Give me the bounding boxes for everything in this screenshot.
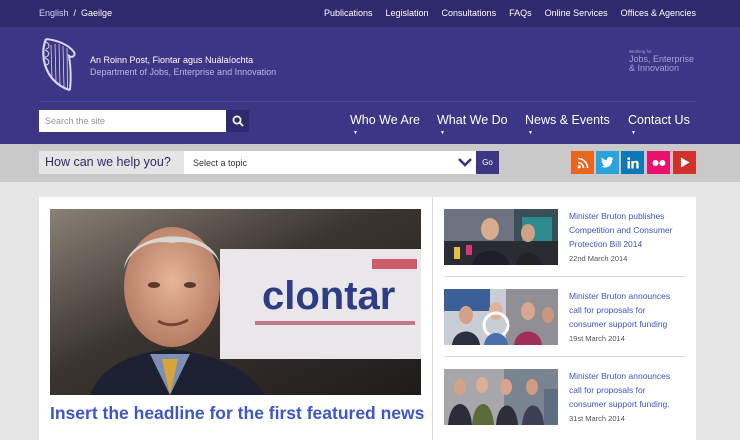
department-name-irish: An Roinn Post, Fiontar agus Nuálaíochta — [90, 55, 254, 65]
nav-caret-icon: ▼ — [353, 130, 358, 136]
nav-who-we-are[interactable]: Who We Are ▼ — [350, 113, 420, 136]
linkedin-icon — [626, 156, 639, 168]
nav-caret-icon: ▼ — [528, 130, 533, 136]
utility-link-online-services[interactable]: Online Services — [545, 8, 608, 18]
news-divider — [444, 276, 685, 277]
nav-who-we-are-label: Who We Are — [350, 113, 420, 127]
utility-link-consultations[interactable]: Consultations — [442, 8, 497, 18]
news-item-date: 22nd March 2014 — [569, 254, 628, 263]
news-thumbnail[interactable] — [444, 289, 558, 345]
search-button[interactable] — [226, 110, 249, 132]
featured-sign-text: clontar — [262, 274, 395, 318]
news-item-title[interactable]: Minister Bruton announces call for propo… — [569, 289, 685, 331]
search-input[interactable] — [39, 110, 226, 132]
news-item-title[interactable]: Minister Bruton announces call for propo… — [569, 369, 685, 411]
news-item-title[interactable]: Minister Bruton publishes Competition an… — [569, 209, 685, 251]
news-item-date: 31st March 2014 — [569, 414, 625, 423]
news-divider — [444, 356, 685, 357]
harp-logo-icon[interactable] — [40, 36, 78, 92]
nav-what-we-do[interactable]: What We Do ▼ — [437, 113, 508, 136]
language-english-link[interactable]: English — [39, 8, 69, 18]
nav-news-events[interactable]: News & Events ▼ — [525, 113, 610, 136]
topic-select-value: Select a topic — [193, 158, 248, 168]
working-for-logo: Working for Jobs, Enterprise & Innovatio… — [629, 49, 694, 74]
featured-news-image[interactable]: clontar — [50, 209, 421, 395]
news-thumbnail[interactable] — [444, 369, 558, 425]
topic-select[interactable]: Select a topic — [184, 151, 476, 174]
working-for-line-2: & Innovation — [629, 63, 680, 74]
nav-what-we-do-label: What We Do — [437, 113, 508, 127]
flickr-button[interactable] — [647, 151, 670, 174]
rss-icon — [577, 157, 588, 168]
utility-bar: English / Gaeilge Publications Legislation… — [0, 0, 740, 27]
youtube-play-icon — [680, 157, 689, 168]
header-divider — [39, 101, 696, 102]
nav-caret-icon: ▼ — [440, 130, 445, 136]
department-name-english: Department of Jobs, Enterprise and Innov… — [90, 67, 277, 77]
language-gaeilge-link[interactable]: Gaeilge — [81, 8, 112, 18]
twitter-icon — [601, 157, 614, 168]
help-label: How can we help you? — [39, 151, 184, 174]
rss-button[interactable] — [571, 151, 594, 174]
news-thumbnail[interactable] — [444, 209, 558, 265]
twitter-button[interactable] — [596, 151, 619, 174]
youtube-button[interactable] — [673, 151, 696, 174]
news-item-date: 19st March 2014 — [569, 334, 625, 343]
column-divider — [432, 197, 433, 440]
nav-contact-us-label: Contact Us — [628, 113, 690, 127]
utility-link-legislation[interactable]: Legislation — [386, 8, 429, 18]
go-button[interactable]: Go — [476, 151, 499, 174]
nav-caret-icon: ▼ — [631, 130, 636, 136]
utility-link-publications[interactable]: Publications — [324, 8, 373, 18]
featured-news-headline[interactable]: Insert the headline for the first featur… — [50, 403, 424, 424]
utility-link-offices-agencies[interactable]: Offices & Agencies — [621, 8, 696, 18]
language-separator: / — [73, 8, 77, 18]
utility-links: Publications Legislation Consultations F… — [324, 8, 696, 18]
language-switcher: English / Gaeilge — [39, 8, 112, 18]
flickr-icon — [652, 159, 665, 166]
search-icon — [232, 115, 244, 127]
nav-contact-us[interactable]: Contact Us ▼ — [628, 113, 690, 136]
linkedin-button[interactable] — [621, 151, 644, 174]
chevron-down-icon — [458, 158, 472, 167]
utility-link-faqs[interactable]: FAQs — [509, 8, 532, 18]
nav-news-events-label: News & Events — [525, 113, 610, 127]
